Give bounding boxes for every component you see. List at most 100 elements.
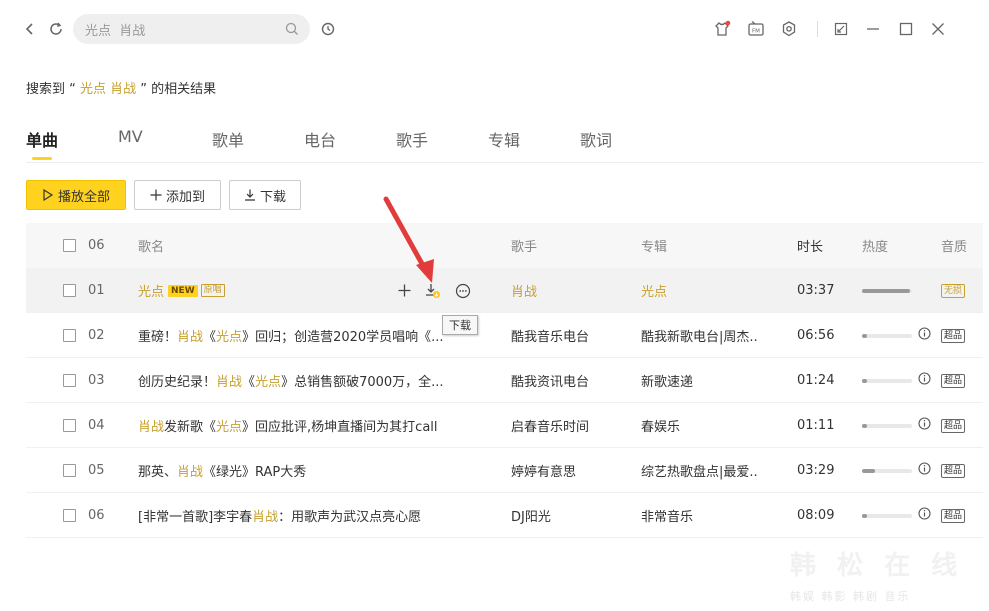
search-input[interactable] (85, 21, 275, 37)
original-badge: 原唱 (200, 284, 225, 297)
quality-label: 超品 (941, 508, 966, 523)
mini-mode-button[interactable] (830, 18, 852, 40)
add-to-button[interactable]: 添加到 (134, 180, 221, 210)
select-all-checkbox[interactable] (63, 223, 76, 268)
quality-label: 超品 (941, 328, 966, 343)
table-row[interactable]: 02 重磅！ 肖战《光点 》回归；创造营2020学员唱响《... 酷我音乐电台 酷我新歌电… (26, 313, 983, 358)
watermark-title: 韩 松 在 线 (790, 551, 964, 581)
play-icon (43, 189, 54, 201)
tab-albums[interactable]: 专辑 (488, 127, 580, 163)
duration: 01:24 (797, 373, 835, 388)
info-icon[interactable] (918, 417, 931, 434)
album-name[interactable]: 春娱乐 (641, 403, 771, 448)
quality-badge: 超品 (941, 358, 966, 403)
header-singer: 歌手 (511, 240, 538, 255)
watermark-subtitle: 韩娱 韩影 韩剧 音乐 (790, 590, 911, 603)
title-part: 《 (242, 375, 256, 390)
album-name[interactable]: 光点 (641, 268, 771, 313)
add-icon[interactable] (398, 284, 411, 297)
history-button[interactable] (316, 17, 340, 41)
quality-badge: 无损 (941, 268, 966, 313)
minimize-button[interactable] (862, 18, 884, 40)
table-row[interactable]: 03 创历史纪录！ 肖战《光点 》总销售额破7000万，全... 酷我资讯电台 新歌速递 0… (26, 358, 983, 403)
header-hot[interactable]: 热度 (862, 223, 888, 268)
new-badge: NEW (168, 284, 198, 297)
hotness-track (862, 333, 912, 338)
download-icon (244, 189, 255, 201)
close-button[interactable] (927, 18, 949, 40)
singer-name[interactable]: 肖战 (511, 268, 631, 313)
maximize-icon (899, 22, 913, 36)
table-row[interactable]: 04 肖战 发新歌《 光点 》回应批评,杨坤直播间为其打call 启春音乐时间 春娱乐 01:… (26, 403, 983, 448)
singer-name[interactable]: 酷我资讯电台 (511, 358, 631, 403)
title-part: 光点 (216, 420, 243, 435)
song-title[interactable]: 那英、 肖战 《绿光》RAP大秀 (138, 448, 498, 493)
more-icon[interactable] (455, 283, 471, 299)
skin-button[interactable] (711, 18, 733, 40)
title-part: 那英、 (138, 465, 178, 480)
song-title[interactable]: [非常一首歌]李宇春 肖战 ：用歌声为武汉点亮心愿 (138, 493, 498, 538)
search-bar[interactable] (73, 14, 310, 44)
tabs-divider (26, 162, 983, 163)
singer-name[interactable]: 启春音乐时间 (511, 403, 631, 448)
row-checkbox[interactable] (63, 493, 76, 538)
singer-name[interactable]: 婷婷有意思 (511, 448, 631, 493)
gear-icon (782, 21, 796, 37)
back-button[interactable] (18, 17, 42, 41)
hotness-fill (862, 468, 875, 473)
row-index: 03 (88, 373, 105, 388)
hotness-fill (862, 423, 867, 428)
tab-singers[interactable]: 歌手 (396, 127, 488, 163)
song-title[interactable]: 创历史纪录！ 肖战《光点 》总销售额破7000万，全... (138, 358, 498, 403)
play-all-label: 播放全部 (57, 189, 110, 205)
hotness-fill (862, 288, 910, 293)
row-checkbox[interactable] (63, 313, 76, 358)
row-checkbox[interactable] (63, 403, 76, 448)
result-tabs: 单曲 MV 歌单 电台 歌手 专辑 歌词 (26, 127, 640, 163)
title-part: 重磅！ (138, 330, 178, 345)
row-checkbox[interactable] (63, 358, 76, 403)
row-checkbox[interactable] (63, 448, 76, 493)
play-all-button[interactable]: 播放全部 (26, 180, 126, 210)
singer-name[interactable]: DJ阳光 (511, 493, 631, 538)
settings-button[interactable] (778, 18, 800, 40)
singer-name[interactable]: 酷我音乐电台 (511, 313, 631, 358)
plus-icon (150, 189, 162, 201)
search-icon[interactable] (284, 21, 300, 37)
tab-songs[interactable]: 单曲 (26, 127, 118, 163)
title-part: 肖战 (216, 375, 243, 390)
info-icon[interactable] (918, 372, 931, 389)
mini-mode-icon (834, 22, 848, 36)
tab-playlists[interactable]: 歌单 (212, 127, 304, 163)
info-icon[interactable] (918, 462, 931, 479)
title-part: ：用歌声为武汉点亮心愿 (278, 510, 422, 525)
quality-badge: 超品 (941, 313, 966, 358)
download-button[interactable]: 下载 (229, 180, 301, 210)
toolbar-divider (817, 21, 818, 37)
duration: 08:09 (797, 508, 835, 523)
title-part: 创历史纪录！ (138, 375, 217, 390)
title-part: 》总销售额破7000万，全... (281, 375, 444, 390)
song-title[interactable]: 肖战 发新歌《 光点 》回应批评,杨坤直播间为其打call (138, 403, 498, 448)
album-name[interactable]: 非常音乐 (641, 493, 771, 538)
add-to-label: 添加到 (165, 189, 205, 205)
info-icon[interactable] (918, 327, 931, 344)
table-row[interactable]: 01 光点 NEW 原唱 肖战 光点 03:37 无损 (26, 268, 983, 313)
summary-suffix: ” 的相关结果 (140, 82, 217, 97)
tab-radio[interactable]: 电台 (304, 127, 396, 163)
album-name[interactable]: 新歌速递 (641, 358, 771, 403)
album-name[interactable]: 酷我新歌电台|周杰.. (641, 313, 771, 358)
album-name[interactable]: 综艺热歌盘点|最爱.. (641, 448, 771, 493)
tab-mv[interactable]: MV (118, 127, 212, 163)
fm-button[interactable]: FM (745, 18, 767, 40)
tab-lyrics[interactable]: 歌词 (580, 127, 640, 163)
row-checkbox[interactable] (63, 268, 76, 313)
row-index: 04 (88, 418, 105, 433)
table-row[interactable]: 06 [非常一首歌]李宇春 肖战 ：用歌声为武汉点亮心愿 DJ阳光 非常音乐 08:09 超… (26, 493, 983, 538)
table-row[interactable]: 05 那英、 肖战 《绿光》RAP大秀 婷婷有意思 综艺热歌盘点|最爱.. 03:29 超品 (26, 448, 983, 493)
maximize-button[interactable] (895, 18, 917, 40)
title-part: 肖战 (177, 465, 204, 480)
hotness-track (862, 468, 912, 473)
info-icon[interactable] (918, 507, 931, 524)
refresh-button[interactable] (44, 17, 68, 41)
